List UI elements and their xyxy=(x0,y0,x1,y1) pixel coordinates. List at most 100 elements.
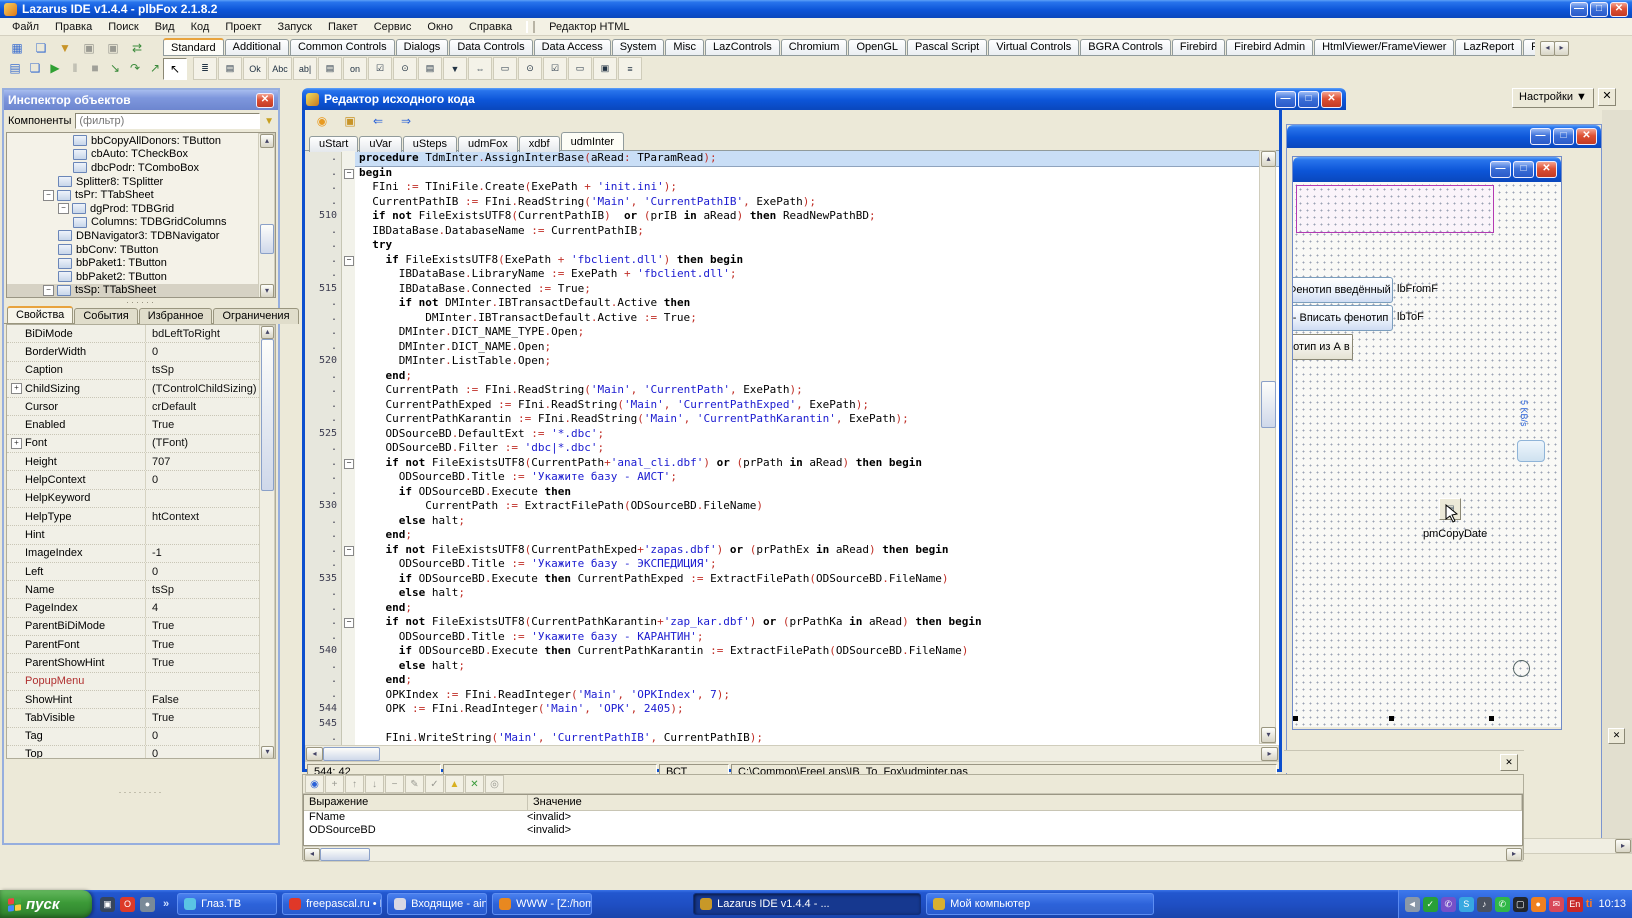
menu-item[interactable]: Справка xyxy=(461,19,520,35)
code-line[interactable]: . ODSourceBD.Title := 'Укажите базу - ЭК… xyxy=(305,557,1279,572)
fold-column[interactable] xyxy=(342,427,355,442)
code-line[interactable]: . DMInter.IBTransactDefault.Active := Tr… xyxy=(305,311,1279,326)
task-button[interactable]: Мой компьютер xyxy=(926,893,1154,915)
editor-maximize-button[interactable]: □ xyxy=(1298,91,1319,108)
disable-all-shield-icon[interactable]: ▲ xyxy=(445,775,464,793)
menu-item[interactable]: Правка xyxy=(47,19,100,35)
editor-hscroll-thumb[interactable] xyxy=(323,747,380,761)
code-line[interactable]: 510 if not FileExistsUTF8(CurrentPathIB)… xyxy=(305,209,1279,224)
component-tree-item[interactable]: Splitter8: TSplitter xyxy=(7,175,275,189)
tree-expand-icon[interactable]: − xyxy=(58,203,69,214)
fold-column[interactable]: − xyxy=(342,166,355,181)
tpopupmenu-icon[interactable]: ▤ xyxy=(218,57,242,80)
palette-scroll-left-button[interactable]: ◂ xyxy=(1540,41,1555,56)
code-line[interactable]: . DMInter.DICT_NAME_TYPE.Open; xyxy=(305,325,1279,340)
fold-column[interactable]: − xyxy=(342,253,355,268)
tmemo-icon[interactable]: ▤ xyxy=(318,57,342,80)
property-value[interactable]: tsSp xyxy=(145,581,275,598)
code-line[interactable]: . IBDataBase.LibraryName := ExePath + 'f… xyxy=(305,267,1279,282)
component-tree-item[interactable]: bbPaket2: TButton xyxy=(7,270,275,284)
property-value[interactable] xyxy=(145,673,275,690)
palette-tab[interactable]: Standard xyxy=(163,38,224,55)
editor-close-button[interactable]: ✕ xyxy=(1321,91,1342,108)
code-line[interactable]: . CurrentPathKarantin := FIni.ReadString… xyxy=(305,412,1279,427)
fold-column[interactable] xyxy=(342,209,355,224)
property-value[interactable]: 707 xyxy=(145,453,275,470)
tree-scrollbar[interactable]: ▴ ▾ xyxy=(258,133,275,298)
fold-column[interactable] xyxy=(342,514,355,529)
code-line[interactable]: . DMInter.DICT_NAME.Open; xyxy=(305,340,1279,355)
fold-column[interactable] xyxy=(342,398,355,413)
property-row[interactable]: Top0 xyxy=(7,746,275,759)
object-inspector-titlebar[interactable]: Инспектор объектов ✕ xyxy=(4,90,278,110)
fold-column[interactable]: − xyxy=(342,615,355,630)
code-line[interactable]: . else halt; xyxy=(305,659,1279,674)
property-row[interactable]: PageIndex4 xyxy=(7,599,275,617)
code-line[interactable]: . if ODSourceBD.Execute then xyxy=(305,485,1279,500)
fold-marker-icon[interactable]: − xyxy=(344,256,354,266)
tedit-icon[interactable]: ab| xyxy=(293,57,317,80)
palette-tab[interactable]: Misc xyxy=(665,39,704,56)
palette-tab[interactable]: RTTI xyxy=(1523,39,1535,56)
step-over-button[interactable]: ↷ xyxy=(126,58,144,79)
editor-scroll-left[interactable]: ◂ xyxy=(306,747,323,761)
bg-window-maximize-button[interactable]: □ xyxy=(1553,128,1574,145)
right-dock-close-button[interactable]: ✕ xyxy=(1608,728,1625,744)
jump-back-button[interactable]: ⇐ xyxy=(367,110,389,131)
property-row[interactable]: BiDiModebdLeftToRight xyxy=(7,325,275,343)
fold-marker-icon[interactable]: − xyxy=(344,546,354,556)
palette-tab[interactable]: Virtual Controls xyxy=(988,39,1079,56)
property-row[interactable]: ShowHintFalse xyxy=(7,691,275,709)
palette-tab[interactable]: LazReport xyxy=(1455,39,1522,56)
property-row[interactable]: ParentBiDiModeTrue xyxy=(7,618,275,636)
component-tree-item[interactable]: bbPaket1: TButton xyxy=(7,256,275,270)
fold-marker-icon[interactable]: − xyxy=(344,169,354,179)
stop-button[interactable]: ■ xyxy=(86,58,104,79)
move-down-button[interactable]: ↓ xyxy=(365,775,384,793)
update-tray-icon[interactable]: ● xyxy=(1531,897,1546,912)
property-row[interactable]: HelpTypehtContext xyxy=(7,508,275,526)
skype-tray-icon[interactable]: S xyxy=(1459,897,1474,912)
component-tree-item[interactable]: −dgProd: TDBGrid xyxy=(7,202,275,216)
inspect-button[interactable]: ◎ xyxy=(485,775,504,793)
code-line[interactable]: . else halt; xyxy=(305,514,1279,529)
designer-button-phenotype-a-to-b[interactable]: фенотип из А в В xyxy=(1293,334,1353,360)
new-form-icon[interactable]: ❏ xyxy=(30,38,52,59)
quick-launch-browser-icon[interactable]: ● xyxy=(140,897,155,912)
property-row[interactable]: BorderWidth0 xyxy=(7,343,275,361)
component-tree[interactable]: bbCopyAllDonors: TButtoncbAuto: TCheckBo… xyxy=(6,132,276,298)
code-line[interactable]: . ODSourceBD.Title := 'Укажите базу - КА… xyxy=(305,630,1279,645)
form-designer-titlebar[interactable]: — □ ✕ xyxy=(1293,157,1561,182)
display-tray-icon[interactable]: ▢ xyxy=(1513,897,1528,912)
property-row[interactable]: CursorcrDefault xyxy=(7,398,275,416)
fold-column[interactable] xyxy=(342,311,355,326)
tcheckbox-icon[interactable]: ☑ xyxy=(368,57,392,80)
property-value[interactable]: (TFont) xyxy=(145,435,275,452)
main-maximize-button[interactable]: □ xyxy=(1590,2,1608,17)
whatsapp-tray-icon[interactable]: ✆ xyxy=(1495,897,1510,912)
language-indicator[interactable]: En xyxy=(1567,897,1583,912)
move-up-button[interactable]: ↑ xyxy=(345,775,364,793)
palette-tab[interactable]: Chromium xyxy=(781,39,848,56)
menu-item[interactable]: Поиск xyxy=(100,19,146,35)
editor-scroll-down[interactable]: ▾ xyxy=(1261,727,1276,743)
ttogglebox-icon[interactable]: on xyxy=(343,57,367,80)
code-macro-icon[interactable]: ▣ xyxy=(339,110,361,131)
editor-tab[interactable]: uStart xyxy=(309,136,358,152)
code-line[interactable]: . try xyxy=(305,238,1279,253)
palette-tab[interactable]: Data Controls xyxy=(449,39,532,56)
fold-column[interactable] xyxy=(342,412,355,427)
property-value[interactable]: True xyxy=(145,618,275,635)
fold-column[interactable] xyxy=(342,717,355,732)
watches-hscrollbar[interactable]: ◂ ▸ xyxy=(303,846,1523,862)
property-row[interactable]: PopupMenu xyxy=(7,673,275,691)
tree-scroll-thumb[interactable] xyxy=(260,224,274,254)
code-line[interactable]: .−begin xyxy=(305,166,1279,181)
bg-window-close-button[interactable]: ✕ xyxy=(1576,128,1597,145)
tgroupbox-icon[interactable]: ▭ xyxy=(493,57,517,80)
property-row[interactable]: Tag0 xyxy=(7,728,275,746)
watches-scroll-left[interactable]: ◂ xyxy=(304,848,320,861)
fold-column[interactable] xyxy=(342,688,355,703)
property-value[interactable]: 0 xyxy=(145,343,275,360)
fold-column[interactable] xyxy=(342,441,355,456)
